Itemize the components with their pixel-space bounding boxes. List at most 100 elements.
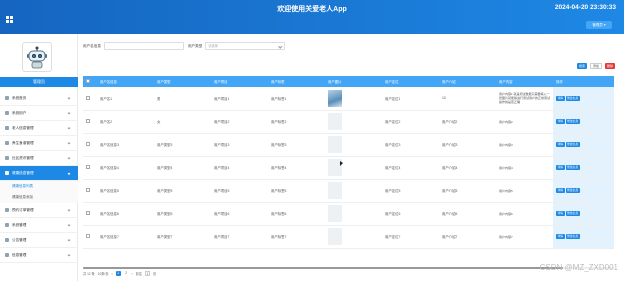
edit-button[interactable]: 修改信息 bbox=[565, 210, 580, 217]
page-size-select[interactable]: 10条/页 bbox=[98, 271, 109, 276]
watermark: CSDN @MZ_ZXD001 bbox=[539, 263, 618, 272]
sidebar-subitem-1[interactable]: 健康信息添加 bbox=[0, 192, 78, 203]
horizontal-scrollbar[interactable] bbox=[83, 267, 614, 269]
detail-button[interactable]: 详情 bbox=[556, 141, 565, 148]
sidebar-item-2[interactable]: 老人信息管理 bbox=[0, 121, 78, 136]
cell-item: 用户项目1 bbox=[214, 96, 230, 101]
operations-cell: 详情 修改信息 bbox=[553, 110, 614, 133]
row-checkbox[interactable] bbox=[86, 188, 90, 192]
edit-button[interactable]: 修改信息 bbox=[565, 141, 580, 148]
search-button[interactable]: 搜索 bbox=[576, 63, 587, 69]
operations-cell: 详情 修改信息 bbox=[553, 133, 614, 156]
operations-cell: 详情 修改信息 bbox=[553, 87, 614, 110]
row-checkbox[interactable] bbox=[86, 234, 90, 238]
column-header: 用户类型 bbox=[157, 80, 171, 84]
row-checkbox[interactable] bbox=[86, 119, 90, 123]
row-select-cell bbox=[83, 156, 97, 179]
edit-button[interactable]: 修改信息 bbox=[565, 233, 580, 240]
cell-item: 用户项目5 bbox=[214, 189, 230, 193]
delete-button[interactable]: 删除 bbox=[604, 63, 615, 69]
chevron-down-icon bbox=[67, 172, 71, 176]
jump-input[interactable]: 1 bbox=[145, 271, 151, 276]
cell-loc: 用户定位3 bbox=[385, 143, 401, 147]
detail-button[interactable]: 详情 bbox=[556, 210, 565, 217]
column-header: 用户内容 bbox=[499, 80, 513, 84]
operations-cell: 详情 修改信息 bbox=[553, 179, 614, 202]
cell-name: 用户名信息4 bbox=[97, 156, 154, 179]
detail-button[interactable]: 详情 bbox=[556, 118, 565, 125]
detail-button[interactable]: 详情 bbox=[556, 233, 565, 240]
chevron-down-icon bbox=[67, 238, 71, 242]
grid-menu-icon[interactable] bbox=[6, 16, 13, 23]
sidebar-item-6[interactable]: 预约订单管理 bbox=[0, 203, 78, 218]
row-checkbox[interactable] bbox=[86, 211, 90, 215]
sidebar-item-4[interactable]: 社区资讯管理 bbox=[0, 151, 78, 166]
cell-item: 用户项目7 bbox=[214, 235, 230, 239]
cell-item: 用户项目2 bbox=[211, 110, 268, 133]
column-header: 用户名信息 bbox=[100, 80, 117, 84]
select-all-checkbox[interactable] bbox=[86, 79, 90, 83]
next-page-icon[interactable]: › bbox=[132, 272, 133, 276]
data-table: 用户名信息 用户类型 用户项目 用户标签 用户图片 用户定位 用户介绍 用户内容 操作 用户名1… bbox=[83, 76, 614, 249]
cell-name: 用户名信息6 bbox=[97, 202, 154, 225]
chevron-down-icon bbox=[67, 223, 71, 227]
table-row: 用户名信息7 用户类型7 用户项目7 用户标签7 用户定位7 用户介绍7 用户内容7 详情 修改… bbox=[83, 225, 614, 248]
cell-loc: 用户定位7 bbox=[385, 235, 401, 239]
table-body: 用户名1 男 用户项目1 用户标签1 用户定位1 10 用户内容1 就是测试数据只需要填入一… bbox=[83, 87, 614, 248]
edit-button[interactable]: 修改信息 bbox=[565, 187, 580, 194]
column-header: 用户标签 bbox=[271, 80, 285, 84]
add-button[interactable]: 添加 bbox=[589, 63, 602, 69]
cell-loc: 用户定位1 bbox=[385, 96, 401, 101]
type-filter-select[interactable]: 请选择 bbox=[205, 42, 286, 50]
sidebar-item-7[interactable]: 系统管理 bbox=[0, 218, 78, 233]
detail-button[interactable]: 详情 bbox=[556, 164, 565, 171]
row-checkbox[interactable] bbox=[86, 142, 90, 146]
cell-type: 用户类型3 bbox=[157, 143, 173, 147]
cell-tag: 用户标签5 bbox=[271, 189, 287, 193]
image-cell bbox=[325, 133, 382, 156]
sidebar-subitem-0[interactable]: 健康信息列表 bbox=[0, 181, 78, 192]
cell-tag: 用户标签6 bbox=[268, 202, 325, 225]
cell-content: 用户内容4 bbox=[496, 156, 553, 179]
user-menu-button[interactable]: 管理员 ▾ bbox=[586, 21, 612, 29]
sidebar-item-5[interactable]: 健康信息管理 bbox=[0, 166, 78, 181]
sidebar-item-3[interactable]: 养生食谱管理 bbox=[0, 136, 78, 151]
sidebar-item-0[interactable]: 系统首页 bbox=[0, 91, 78, 106]
cell-content: 用户内容1 就是测试数据只需要填入一张图片就能够进行测试用户的正常测试操作的是否… bbox=[499, 92, 551, 105]
sidebar-item-8[interactable]: 公告管理 bbox=[0, 233, 78, 248]
page-1-button[interactable]: 1 bbox=[115, 271, 121, 276]
news-icon bbox=[5, 156, 9, 160]
cell-content: 用户内容3 bbox=[499, 142, 513, 147]
image-placeholder bbox=[328, 182, 342, 199]
cell-name: 用户名信息7 bbox=[100, 235, 119, 239]
users-icon bbox=[5, 111, 9, 115]
prev-page-icon[interactable]: ‹ bbox=[112, 272, 113, 276]
detail-button[interactable]: 详情 bbox=[556, 95, 565, 101]
table-header-row: 用户名信息 用户类型 用户项目 用户标签 用户图片 用户定位 用户介绍 用户内容 操作 bbox=[83, 76, 614, 87]
edit-button[interactable]: 修改信息 bbox=[565, 118, 580, 125]
chevron-down-icon bbox=[67, 111, 71, 115]
image-cell bbox=[325, 156, 382, 179]
detail-button[interactable]: 详情 bbox=[556, 187, 565, 194]
sidebar-item-9[interactable]: 信息管理 bbox=[0, 248, 78, 263]
row-select-cell bbox=[83, 202, 97, 225]
cell-item: 用户项目4 bbox=[211, 156, 268, 179]
row-checkbox[interactable] bbox=[86, 165, 90, 169]
edit-button[interactable]: 修改信息 bbox=[565, 95, 580, 101]
jump-suffix: 页 bbox=[153, 272, 157, 276]
scrollbar-thumb[interactable] bbox=[83, 267, 563, 269]
name-filter-input[interactable] bbox=[103, 42, 184, 50]
filter-bar: 用户名信息 用户类型 请选择 bbox=[83, 42, 286, 50]
sidebar-item-1[interactable]: 系统用户 bbox=[0, 106, 78, 121]
name-filter-label: 用户名信息 bbox=[83, 43, 101, 48]
cell-type: 用户类型7 bbox=[157, 235, 173, 239]
page-2-button[interactable]: 2 bbox=[124, 271, 129, 276]
table-row: 用户名信息4 用户类型4 用户项目4 用户标签4 用户定位4 用户介绍4 用户内容4 详情 修改… bbox=[83, 156, 614, 179]
image-placeholder bbox=[328, 228, 342, 245]
sidebar-item-label: 养生食谱管理 bbox=[12, 140, 34, 145]
row-checkbox[interactable] bbox=[86, 96, 90, 100]
robot-logo-icon bbox=[22, 42, 52, 72]
select-all-cell[interactable] bbox=[83, 76, 97, 87]
cell-tag: 用户标签4 bbox=[268, 156, 325, 179]
edit-button[interactable]: 修改信息 bbox=[565, 164, 580, 171]
